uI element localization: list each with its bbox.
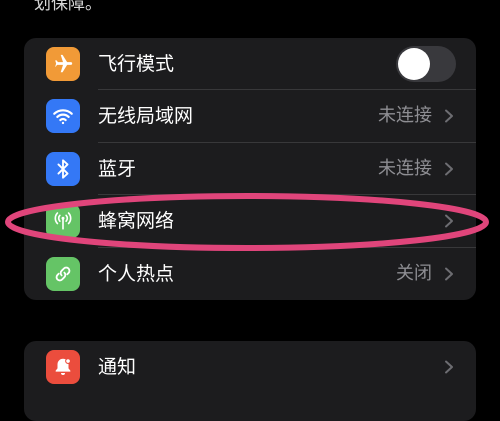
chevron-right-icon	[445, 360, 453, 374]
bluetooth-icon	[46, 151, 80, 186]
bell-icon	[46, 350, 80, 384]
row-airplane-mode[interactable]: 飞行模式	[24, 38, 476, 91]
cellular-antenna-icon	[46, 204, 80, 239]
chevron-right-icon	[445, 267, 453, 281]
row-cellular[interactable]: 蜂窝网络	[24, 195, 476, 248]
chevron-right-icon	[445, 109, 453, 123]
row-wifi[interactable]: 无线局域网 未连接	[24, 90, 476, 143]
airplane-mode-label: 飞行模式	[98, 53, 175, 75]
notifications-label: 通知	[98, 356, 137, 378]
cellular-label: 蜂窝网络	[98, 210, 175, 233]
bluetooth-status: 未连接	[378, 157, 432, 179]
hotspot-label: 个人热点	[98, 262, 175, 285]
chevron-right-icon	[445, 162, 453, 176]
airplane-icon	[46, 47, 80, 81]
wifi-status: 未连接	[378, 105, 432, 127]
notifications-settings-group: 通知	[24, 341, 476, 421]
hotspot-status: 关闭	[396, 262, 432, 284]
connectivity-settings-group: 飞行模式 无线局域网 未连接 蓝牙 未连接 蜂窝网络 个人热点 关闭	[24, 38, 476, 300]
toggle-knob	[398, 48, 430, 80]
chevron-right-icon	[445, 214, 453, 228]
partial-footer-text: 划保障。	[34, 0, 102, 14]
hotspot-link-icon	[46, 256, 80, 291]
wifi-icon	[46, 99, 80, 134]
bluetooth-label: 蓝牙	[98, 157, 137, 180]
wifi-label: 无线局域网	[98, 105, 194, 128]
row-bluetooth[interactable]: 蓝牙 未连接	[24, 143, 476, 196]
airplane-mode-toggle[interactable]	[396, 46, 456, 82]
row-notifications[interactable]: 通知	[24, 341, 476, 393]
row-personal-hotspot[interactable]: 个人热点 关闭	[24, 248, 476, 300]
